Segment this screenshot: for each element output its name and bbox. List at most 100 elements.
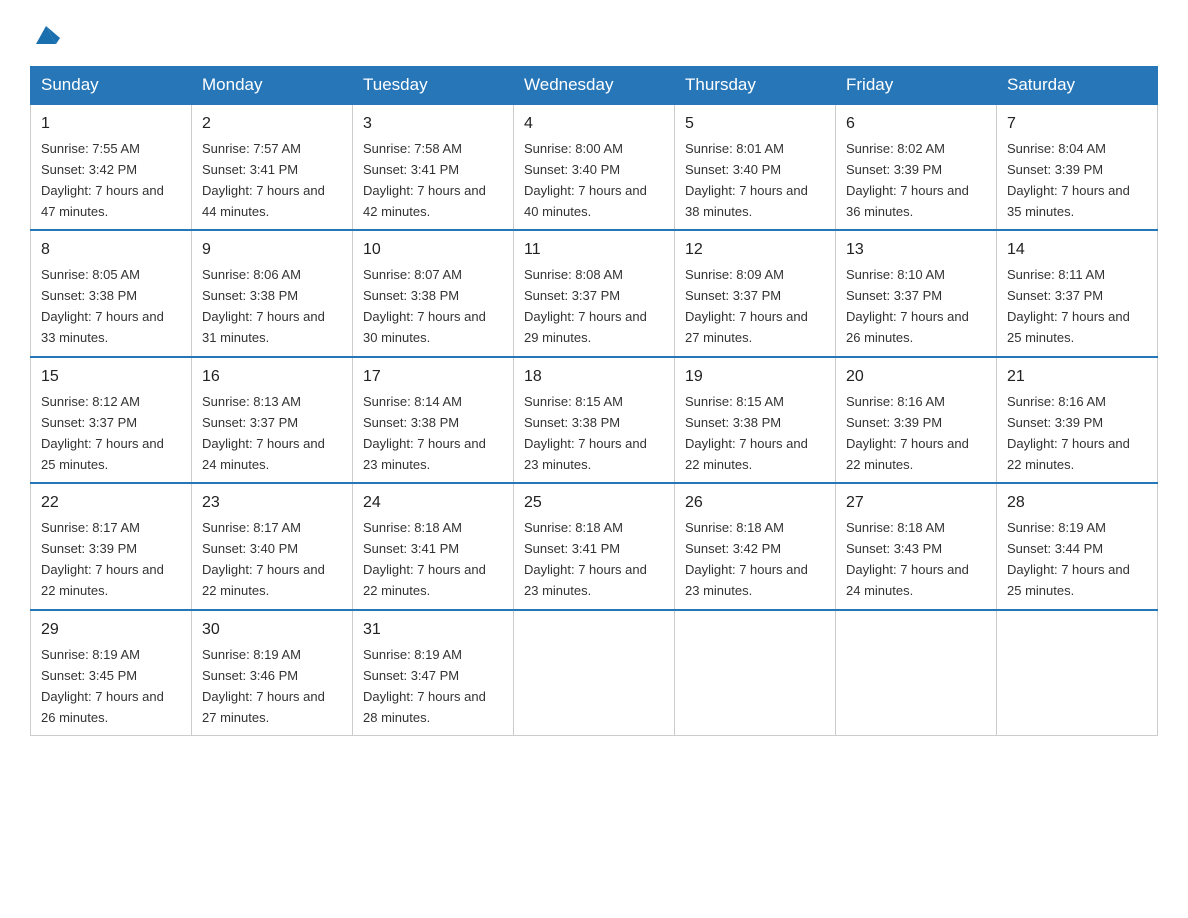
- day-number: 4: [524, 112, 664, 137]
- day-info: Sunrise: 7:57 AMSunset: 3:41 PMDaylight:…: [202, 141, 325, 219]
- day-info: Sunrise: 8:19 AMSunset: 3:44 PMDaylight:…: [1007, 520, 1130, 598]
- day-number: 13: [846, 238, 986, 263]
- calendar-cell: 9Sunrise: 8:06 AMSunset: 3:38 PMDaylight…: [192, 230, 353, 356]
- calendar-cell: 2 Sunrise: 7:57 AMSunset: 3:41 PMDaylight…: [192, 104, 353, 230]
- calendar-cell: 3 Sunrise: 7:58 AMSunset: 3:41 PMDaylight…: [353, 104, 514, 230]
- day-info: Sunrise: 8:05 AMSunset: 3:38 PMDaylight:…: [41, 267, 164, 345]
- day-number: 12: [685, 238, 825, 263]
- day-number: 26: [685, 491, 825, 516]
- day-number: 8: [41, 238, 181, 263]
- calendar-cell: 5Sunrise: 8:01 AMSunset: 3:40 PMDaylight…: [675, 104, 836, 230]
- col-header-friday: Friday: [836, 67, 997, 105]
- day-number: 7: [1007, 112, 1147, 137]
- day-number: 16: [202, 365, 342, 390]
- col-header-monday: Monday: [192, 67, 353, 105]
- day-info: Sunrise: 8:02 AMSunset: 3:39 PMDaylight:…: [846, 141, 969, 219]
- day-number: 27: [846, 491, 986, 516]
- col-header-sunday: Sunday: [31, 67, 192, 105]
- calendar-cell: 10 Sunrise: 8:07 AMSunset: 3:38 PMDayligh…: [353, 230, 514, 356]
- day-number: 1: [41, 112, 181, 137]
- calendar-cell: 23 Sunrise: 8:17 AMSunset: 3:40 PMDayligh…: [192, 483, 353, 609]
- day-number: 2: [202, 112, 342, 137]
- day-info: Sunrise: 8:18 AMSunset: 3:43 PMDaylight:…: [846, 520, 969, 598]
- day-info: Sunrise: 7:58 AMSunset: 3:41 PMDaylight:…: [363, 141, 486, 219]
- day-number: 6: [846, 112, 986, 137]
- day-number: 25: [524, 491, 664, 516]
- calendar-cell: 12 Sunrise: 8:09 AMSunset: 3:37 PMDayligh…: [675, 230, 836, 356]
- calendar-week-row: 15 Sunrise: 8:12 AMSunset: 3:37 PMDayligh…: [31, 357, 1158, 483]
- calendar-header-row: SundayMondayTuesdayWednesdayThursdayFrid…: [31, 67, 1158, 105]
- day-number: 24: [363, 491, 503, 516]
- calendar-cell: 15 Sunrise: 8:12 AMSunset: 3:37 PMDayligh…: [31, 357, 192, 483]
- day-info: Sunrise: 8:12 AMSunset: 3:37 PMDaylight:…: [41, 394, 164, 472]
- day-number: 31: [363, 618, 503, 643]
- day-number: 20: [846, 365, 986, 390]
- col-header-saturday: Saturday: [997, 67, 1158, 105]
- day-info: Sunrise: 8:17 AMSunset: 3:39 PMDaylight:…: [41, 520, 164, 598]
- calendar-cell: 1 Sunrise: 7:55 AMSunset: 3:42 PMDaylight…: [31, 104, 192, 230]
- day-number: 21: [1007, 365, 1147, 390]
- day-info: Sunrise: 8:15 AMSunset: 3:38 PMDaylight:…: [685, 394, 808, 472]
- calendar-cell: 14 Sunrise: 8:11 AMSunset: 3:37 PMDayligh…: [997, 230, 1158, 356]
- col-header-thursday: Thursday: [675, 67, 836, 105]
- day-info: Sunrise: 8:00 AMSunset: 3:40 PMDaylight:…: [524, 141, 647, 219]
- calendar-cell: 26 Sunrise: 8:18 AMSunset: 3:42 PMDayligh…: [675, 483, 836, 609]
- calendar-cell: 11Sunrise: 8:08 AMSunset: 3:37 PMDayligh…: [514, 230, 675, 356]
- calendar-table: SundayMondayTuesdayWednesdayThursdayFrid…: [30, 66, 1158, 736]
- day-info: Sunrise: 7:55 AMSunset: 3:42 PMDaylight:…: [41, 141, 164, 219]
- day-info: Sunrise: 8:18 AMSunset: 3:41 PMDaylight:…: [524, 520, 647, 598]
- day-number: 11: [524, 238, 664, 263]
- day-info: Sunrise: 8:15 AMSunset: 3:38 PMDaylight:…: [524, 394, 647, 472]
- day-info: Sunrise: 8:19 AMSunset: 3:46 PMDaylight:…: [202, 647, 325, 725]
- day-info: Sunrise: 8:09 AMSunset: 3:37 PMDaylight:…: [685, 267, 808, 345]
- day-info: Sunrise: 8:16 AMSunset: 3:39 PMDaylight:…: [846, 394, 969, 472]
- calendar-cell: [997, 610, 1158, 736]
- calendar-cell: 13 Sunrise: 8:10 AMSunset: 3:37 PMDayligh…: [836, 230, 997, 356]
- day-number: 10: [363, 238, 503, 263]
- calendar-cell: [514, 610, 675, 736]
- calendar-cell: 29 Sunrise: 8:19 AMSunset: 3:45 PMDayligh…: [31, 610, 192, 736]
- day-info: Sunrise: 8:14 AMSunset: 3:38 PMDaylight:…: [363, 394, 486, 472]
- calendar-cell: 20 Sunrise: 8:16 AMSunset: 3:39 PMDayligh…: [836, 357, 997, 483]
- day-info: Sunrise: 8:07 AMSunset: 3:38 PMDaylight:…: [363, 267, 486, 345]
- day-info: Sunrise: 8:01 AMSunset: 3:40 PMDaylight:…: [685, 141, 808, 219]
- calendar-cell: 17 Sunrise: 8:14 AMSunset: 3:38 PMDayligh…: [353, 357, 514, 483]
- calendar-week-row: 8 Sunrise: 8:05 AMSunset: 3:38 PMDaylight…: [31, 230, 1158, 356]
- day-number: 19: [685, 365, 825, 390]
- calendar-cell: 22Sunrise: 8:17 AMSunset: 3:39 PMDayligh…: [31, 483, 192, 609]
- calendar-week-row: 29 Sunrise: 8:19 AMSunset: 3:45 PMDayligh…: [31, 610, 1158, 736]
- calendar-cell: 31Sunrise: 8:19 AMSunset: 3:47 PMDayligh…: [353, 610, 514, 736]
- calendar-cell: 6 Sunrise: 8:02 AMSunset: 3:39 PMDaylight…: [836, 104, 997, 230]
- page-header: [30, 20, 1158, 48]
- calendar-cell: 21 Sunrise: 8:16 AMSunset: 3:39 PMDayligh…: [997, 357, 1158, 483]
- day-number: 23: [202, 491, 342, 516]
- col-header-wednesday: Wednesday: [514, 67, 675, 105]
- day-number: 28: [1007, 491, 1147, 516]
- col-header-tuesday: Tuesday: [353, 67, 514, 105]
- day-info: Sunrise: 8:18 AMSunset: 3:42 PMDaylight:…: [685, 520, 808, 598]
- day-info: Sunrise: 8:16 AMSunset: 3:39 PMDaylight:…: [1007, 394, 1130, 472]
- day-number: 15: [41, 365, 181, 390]
- calendar-cell: 30Sunrise: 8:19 AMSunset: 3:46 PMDayligh…: [192, 610, 353, 736]
- calendar-week-row: 22Sunrise: 8:17 AMSunset: 3:39 PMDayligh…: [31, 483, 1158, 609]
- calendar-cell: 4 Sunrise: 8:00 AMSunset: 3:40 PMDaylight…: [514, 104, 675, 230]
- day-number: 29: [41, 618, 181, 643]
- day-info: Sunrise: 8:06 AMSunset: 3:38 PMDaylight:…: [202, 267, 325, 345]
- day-number: 3: [363, 112, 503, 137]
- day-info: Sunrise: 8:13 AMSunset: 3:37 PMDaylight:…: [202, 394, 325, 472]
- day-number: 17: [363, 365, 503, 390]
- day-number: 14: [1007, 238, 1147, 263]
- calendar-cell: 18Sunrise: 8:15 AMSunset: 3:38 PMDayligh…: [514, 357, 675, 483]
- calendar-cell: 8 Sunrise: 8:05 AMSunset: 3:38 PMDaylight…: [31, 230, 192, 356]
- day-info: Sunrise: 8:04 AMSunset: 3:39 PMDaylight:…: [1007, 141, 1130, 219]
- day-info: Sunrise: 8:17 AMSunset: 3:40 PMDaylight:…: [202, 520, 325, 598]
- calendar-cell: 7 Sunrise: 8:04 AMSunset: 3:39 PMDaylight…: [997, 104, 1158, 230]
- calendar-cell: 16 Sunrise: 8:13 AMSunset: 3:37 PMDayligh…: [192, 357, 353, 483]
- day-info: Sunrise: 8:19 AMSunset: 3:45 PMDaylight:…: [41, 647, 164, 725]
- day-info: Sunrise: 8:11 AMSunset: 3:37 PMDaylight:…: [1007, 267, 1130, 345]
- day-info: Sunrise: 8:10 AMSunset: 3:37 PMDaylight:…: [846, 267, 969, 345]
- calendar-cell: 25 Sunrise: 8:18 AMSunset: 3:41 PMDayligh…: [514, 483, 675, 609]
- calendar-cell: 24Sunrise: 8:18 AMSunset: 3:41 PMDayligh…: [353, 483, 514, 609]
- calendar-cell: [675, 610, 836, 736]
- logo-icon: [32, 20, 60, 48]
